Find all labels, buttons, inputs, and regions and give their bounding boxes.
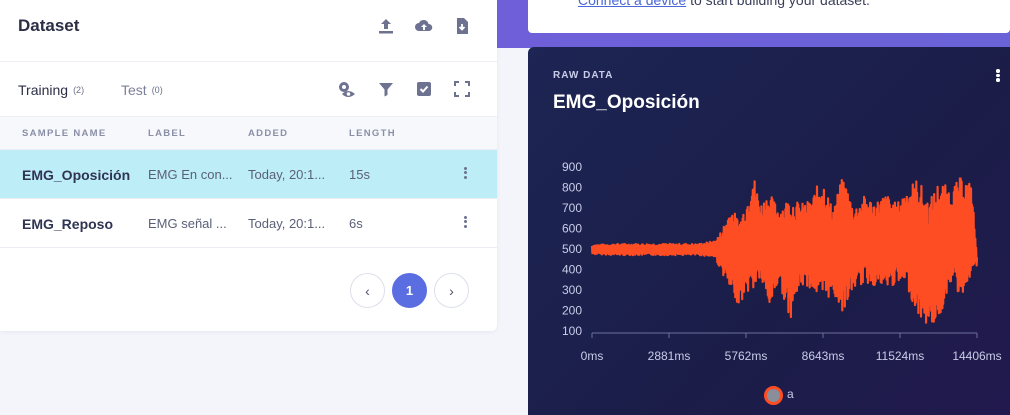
dataset-panel: Dataset Training (2) Test (0) SAMPLE NAM… xyxy=(0,0,497,331)
sample-added: Today, 20:1... xyxy=(248,167,326,182)
cloud-upload-icon[interactable] xyxy=(414,16,434,36)
row-menu-icon[interactable] xyxy=(458,165,472,183)
filter-icon[interactable] xyxy=(376,79,396,99)
column-added[interactable]: ADDED xyxy=(248,128,288,139)
connect-device-card: Connect a device to start building your … xyxy=(528,0,1010,33)
sample-label: EMG En con... xyxy=(148,167,233,182)
dataset-tabs: Training (2) Test (0) xyxy=(0,62,497,117)
connect-device-message: Connect a device to start building your … xyxy=(578,0,870,8)
tab-test[interactable]: Test (0) xyxy=(121,82,163,98)
column-length[interactable]: LENGTH xyxy=(349,128,396,139)
x-tick-label: 0ms xyxy=(581,349,604,363)
x-tick-label: 5762ms xyxy=(725,349,768,363)
y-tick-label: 700 xyxy=(562,201,582,215)
sample-length: 6s xyxy=(349,216,363,231)
legend-swatch-icon[interactable] xyxy=(764,386,783,405)
fullscreen-icon[interactable] xyxy=(452,79,472,99)
tab-training[interactable]: Training (2) xyxy=(18,82,84,98)
sample-name: EMG_Oposición xyxy=(22,167,131,183)
row-menu-icon[interactable] xyxy=(458,214,472,232)
table-row[interactable]: EMG_Oposición EMG En con... Today, 20:1.… xyxy=(0,150,497,199)
column-label[interactable]: LABEL xyxy=(148,128,186,139)
y-tick-label: 600 xyxy=(562,222,582,236)
pagination-page-button[interactable]: 1 xyxy=(392,273,427,308)
sample-length: 15s xyxy=(349,167,370,182)
sample-added: Today, 20:1... xyxy=(248,216,326,231)
y-tick-label: 100 xyxy=(562,324,582,338)
dataset-title: Dataset xyxy=(18,16,80,35)
y-tick-label: 900 xyxy=(562,160,582,174)
tab-test-count: (0) xyxy=(151,85,163,95)
legend-label: a xyxy=(787,387,794,401)
dataset-header: Dataset xyxy=(0,0,497,62)
y-tick-label: 500 xyxy=(562,242,582,256)
pagination-next-button[interactable]: › xyxy=(434,273,469,308)
upload-icon[interactable] xyxy=(376,16,396,36)
column-sample-name[interactable]: SAMPLE NAME xyxy=(22,128,107,139)
checkbox-icon[interactable] xyxy=(414,79,434,99)
x-tick-label: 11524ms xyxy=(876,349,924,363)
tab-test-label: Test xyxy=(121,82,147,98)
table-header: SAMPLE NAME LABEL ADDED LENGTH xyxy=(0,117,497,150)
tab-training-count: (2) xyxy=(73,85,85,95)
x-tick-label: 2881ms xyxy=(648,349,691,363)
y-tick-label: 300 xyxy=(562,283,582,297)
chevron-right-icon: › xyxy=(449,282,454,299)
connect-device-text: to start building your dataset. xyxy=(686,0,870,8)
series-line-a xyxy=(590,177,979,324)
y-tick-label: 400 xyxy=(562,263,582,277)
y-tick-label: 800 xyxy=(562,181,582,195)
x-tick-label: 14406ms xyxy=(952,349,1001,363)
y-tick-label: 200 xyxy=(562,304,582,318)
tab-training-label: Training xyxy=(18,82,69,98)
table-row[interactable]: EMG_Reposo EMG señal ... Today, 20:1... … xyxy=(0,199,497,248)
raw-data-card: RAW DATA EMG_Oposición 100 200 300 400 500 60… xyxy=(528,47,1010,415)
connect-device-link[interactable]: Connect a device xyxy=(578,0,686,8)
raw-data-chart: 100 200 300 400 500 600 700 800 900 0ms 2881ms 5762… xyxy=(562,160,1002,363)
pagination-prev-button[interactable]: ‹ xyxy=(350,273,385,308)
sample-name: EMG_Reposo xyxy=(22,216,114,232)
download-icon[interactable] xyxy=(452,16,472,36)
eye-settings-icon[interactable] xyxy=(336,79,356,99)
sample-label: EMG señal ... xyxy=(148,216,227,231)
x-tick-label: 8643ms xyxy=(802,349,845,363)
chevron-left-icon: ‹ xyxy=(365,282,370,299)
